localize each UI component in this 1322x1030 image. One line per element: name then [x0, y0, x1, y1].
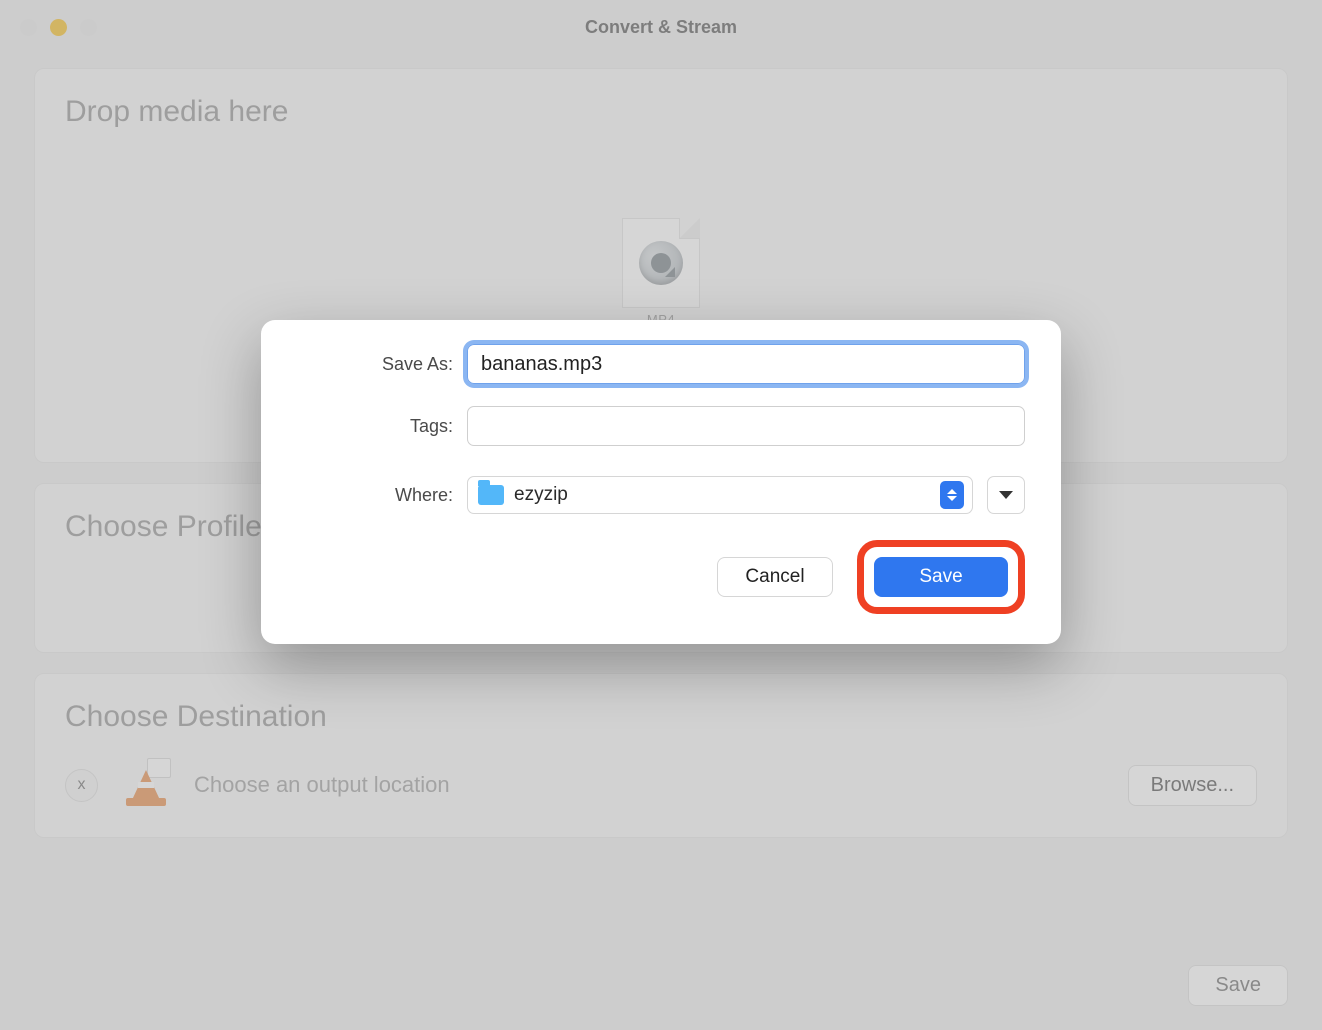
- expand-save-dialog-button[interactable]: [987, 476, 1025, 514]
- dropped-file[interactable]: MP4: [622, 218, 700, 327]
- save-as-label: Save As:: [297, 354, 467, 375]
- save-button-highlight: Save: [857, 540, 1025, 614]
- quicktime-file-icon: [622, 218, 700, 308]
- browse-button[interactable]: Browse...: [1128, 765, 1257, 806]
- choose-destination-heading: Choose Destination: [65, 700, 1257, 734]
- window-save-button[interactable]: Save: [1188, 965, 1288, 1006]
- folder-icon: [478, 485, 504, 505]
- destination-row: x Choose an output location Browse...: [65, 764, 1257, 806]
- where-stepper-icon: [940, 481, 964, 509]
- clear-destination-button[interactable]: x: [65, 769, 98, 802]
- where-folder-select[interactable]: ezyzip: [467, 476, 973, 514]
- close-window-button[interactable]: [20, 19, 37, 36]
- vlc-cone-icon: [122, 764, 170, 806]
- cancel-button[interactable]: Cancel: [717, 557, 833, 597]
- save-sheet: Save As: Tags: Where: ezyzip: [261, 320, 1061, 644]
- save-button[interactable]: Save: [874, 557, 1008, 597]
- traffic-lights: [20, 19, 97, 36]
- zoom-window-button[interactable]: [80, 19, 97, 36]
- convert-stream-window: Convert & Stream Drop media here MP4 Cho…: [0, 0, 1322, 1030]
- minimize-window-button[interactable]: [50, 19, 67, 36]
- where-folder-name: ezyzip: [514, 484, 568, 506]
- where-label: Where:: [297, 485, 467, 506]
- choose-destination-panel: Choose Destination x Choose an output lo…: [34, 673, 1288, 838]
- tags-input[interactable]: [467, 406, 1025, 446]
- drop-media-heading: Drop media here: [65, 95, 1257, 129]
- titlebar: Convert & Stream: [0, 0, 1322, 54]
- window-title: Convert & Stream: [0, 17, 1322, 38]
- save-as-input[interactable]: [467, 344, 1025, 384]
- destination-placeholder-text: Choose an output location: [194, 772, 450, 798]
- tags-label: Tags:: [297, 416, 467, 437]
- chevron-down-icon: [999, 491, 1013, 499]
